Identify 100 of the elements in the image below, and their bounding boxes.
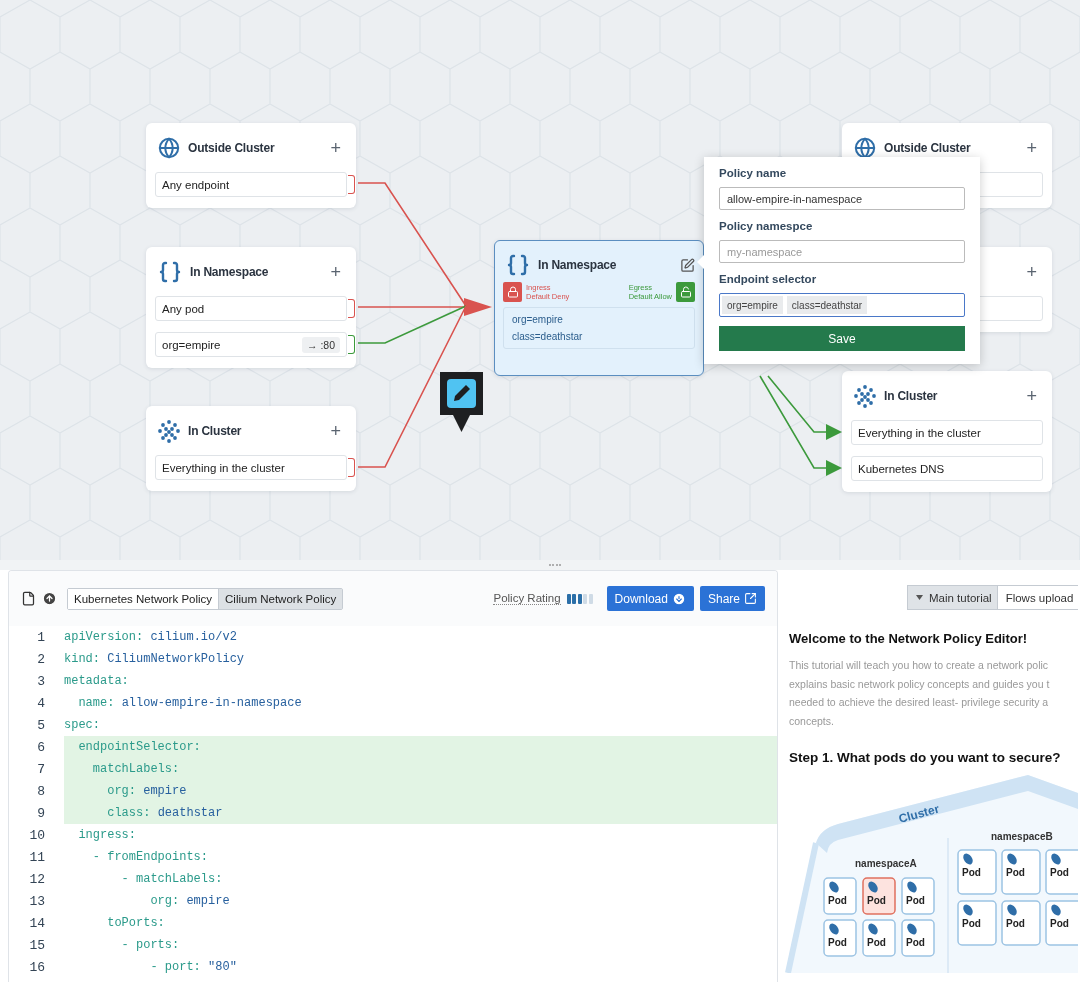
add-button[interactable]: + [1020, 139, 1043, 157]
line-number: 2 [36, 650, 45, 669]
code-text: name: allow-empire-in-namespace [77, 695, 303, 712]
node-title: Outside Cluster [188, 141, 276, 155]
share-button[interactable]: Share [699, 586, 765, 611]
line-number: 7 [36, 760, 45, 779]
selector-field[interactable]: org=empire class=deathstar [719, 293, 965, 317]
line-number: 11 [28, 848, 45, 867]
leaf-icon [868, 881, 878, 893]
leaf-icon [829, 923, 839, 935]
line-number: 4 [36, 694, 45, 713]
pod-label: Pod [867, 895, 886, 906]
namespace-label: namespaceB [991, 831, 1053, 842]
resize-handle-icon[interactable] [548, 562, 562, 568]
rule-label: Any pod [162, 302, 206, 315]
globe-icon [158, 137, 180, 159]
download-button[interactable]: Download [606, 586, 694, 611]
edit-icon[interactable] [680, 257, 695, 273]
external-link-icon [744, 592, 757, 605]
pod-label: Pod [1006, 918, 1025, 929]
leaf-icon [907, 923, 917, 935]
globe-icon [854, 137, 876, 159]
leaf-icon [1007, 904, 1017, 916]
line-number: 13 [28, 892, 45, 911]
leaf-icon [1051, 853, 1061, 865]
label-chip[interactable]: class=deathstar [786, 296, 868, 314]
code-text: apiVersion: cilium.io/v2 [64, 629, 238, 646]
pod-label: Pod [1050, 867, 1069, 878]
line-number: 5 [36, 716, 45, 735]
port-badge: → :80 [302, 336, 340, 353]
download-icon [671, 591, 686, 606]
rating-label: Policy Rating [493, 592, 561, 605]
pod-label: Pod [867, 937, 886, 948]
rule-label: org=empire [162, 338, 222, 351]
code-text: - matchLabels: [120, 871, 224, 888]
code-text: - fromEndpoints: [91, 849, 210, 866]
rule-item[interactable]: Kubernetes DNS [851, 456, 1043, 481]
line-number: 14 [28, 914, 45, 933]
upload-icon[interactable] [42, 591, 57, 606]
policy-type-tab[interactable]: Cilium Network Policy [218, 588, 343, 609]
caret-icon [916, 595, 923, 600]
code-text: spec: [64, 717, 101, 734]
tutorial-tab[interactable]: Main tutorial [908, 586, 997, 609]
cluster-icon [854, 384, 876, 408]
leaf-icon [868, 923, 878, 935]
pod-label: Pod [906, 937, 925, 948]
leaf-icon [907, 881, 917, 893]
namespace-label: namespaceA [855, 858, 917, 869]
add-button[interactable]: + [1020, 387, 1043, 405]
pod-label: Pod [906, 895, 925, 906]
cluster-icon [158, 419, 180, 443]
code-text: ingress: [77, 827, 137, 844]
pod-label: Pod [1050, 918, 1069, 929]
edit-marker-icon[interactable] [440, 372, 483, 432]
pod-label: Pod [962, 918, 981, 929]
field-label: Policy namespce [719, 220, 814, 232]
pod-label: Pod [1006, 867, 1025, 878]
line-number: 9 [36, 804, 45, 823]
save-button[interactable]: Save [719, 326, 965, 351]
add-button[interactable]: + [324, 263, 347, 281]
field-label: Policy name [719, 167, 788, 179]
label-chip[interactable]: org=empire [722, 296, 783, 314]
leaf-icon [1051, 904, 1061, 916]
line-number: 15 [28, 936, 45, 955]
rule-label: Everything in the cluster [162, 461, 286, 474]
code-text: metadata: [64, 673, 130, 690]
braces-icon [506, 253, 530, 277]
code-text: endpointSelector: [64, 736, 777, 758]
node-title: In Cluster [884, 389, 939, 403]
rule-item[interactable]: Everything in the cluster [851, 420, 1043, 445]
line-number: 10 [28, 826, 45, 845]
node-title: In Cluster [188, 424, 243, 438]
braces-icon [158, 260, 182, 284]
code-text: kind: CiliumNetworkPolicy [64, 651, 246, 668]
leaf-icon [1007, 853, 1017, 865]
tutorial-intro: This tutorial will teach you how to create a network polic explains basic network policy concepts and guides you t needed to achieve the desired least- privilege security a concepts. [789, 658, 1051, 729]
add-button[interactable]: + [324, 422, 347, 440]
label-text: org=empire [512, 314, 564, 325]
field-label: Endpoint selector [719, 273, 818, 285]
pod-label: Pod [828, 895, 847, 906]
add-button[interactable]: + [324, 139, 347, 157]
node-title: In Namespace [190, 265, 270, 279]
policy-type-tab[interactable]: Kubernetes Network Policy [68, 588, 219, 609]
code-text: - port: "80" [149, 959, 238, 976]
code-text: org: empire [149, 893, 231, 910]
code-text: toPorts: [106, 915, 166, 932]
add-button[interactable]: + [1020, 263, 1043, 281]
label-text: class=deathstar [512, 331, 584, 342]
input-field[interactable]: allow-empire-in-namespace [719, 187, 965, 210]
code-text: - ports: [120, 937, 181, 954]
line-number: 16 [28, 958, 45, 977]
node-title: Outside Cluster [884, 141, 972, 155]
leaf-icon [963, 904, 973, 916]
input-field[interactable]: my-namespace [719, 240, 965, 263]
line-number: 3 [36, 672, 45, 691]
file-icon[interactable] [21, 591, 36, 606]
code-text: class: deathstar [64, 802, 777, 824]
rule-label: Everything in the cluster [858, 426, 982, 439]
line-number: 6 [36, 738, 45, 757]
leaf-icon [829, 881, 839, 893]
